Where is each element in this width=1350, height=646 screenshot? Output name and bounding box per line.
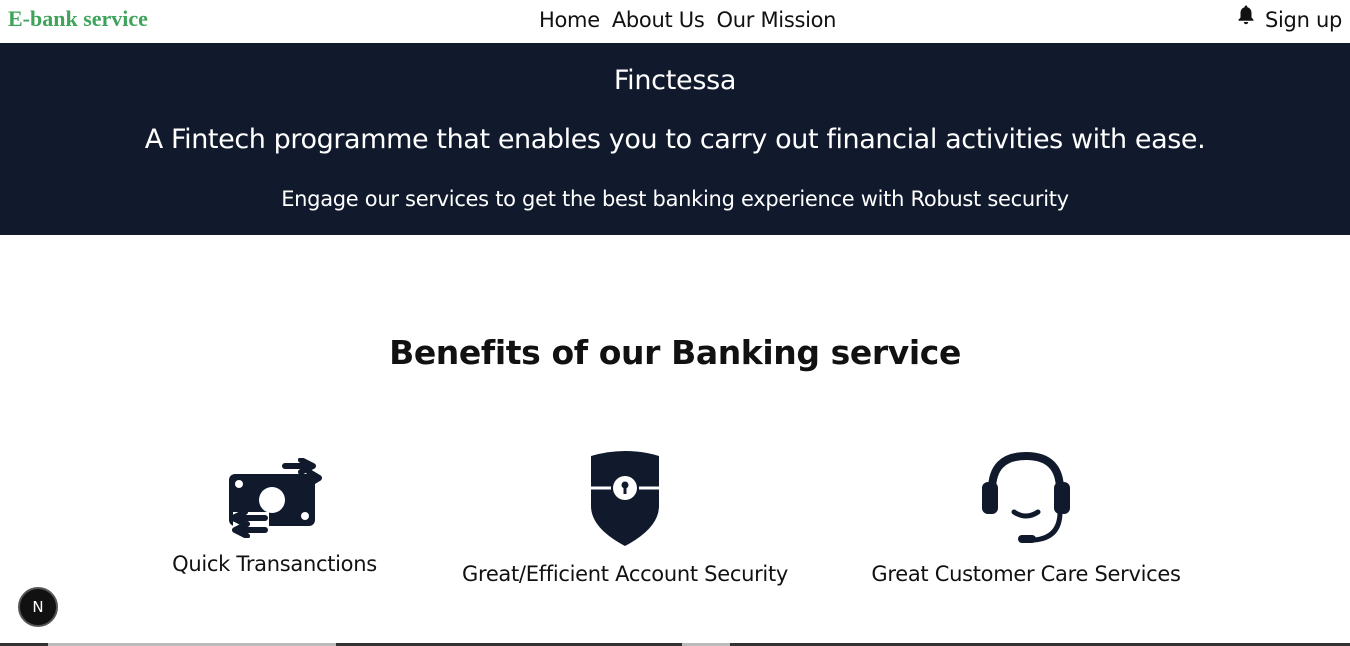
- benefit-customer-care: Great Customer Care Services: [869, 448, 1183, 586]
- benefit-label: Great/Efficient Account Security: [461, 562, 789, 586]
- benefit-label: Quick Transanctions: [172, 552, 377, 576]
- nav-about-us-link[interactable]: About Us: [612, 8, 705, 32]
- bell-icon[interactable]: [1237, 4, 1255, 26]
- hero-tagline: A Fintech programme that enables you to …: [144, 124, 1206, 155]
- nav-home-link[interactable]: Home: [539, 8, 600, 32]
- nav-our-mission-link[interactable]: Our Mission: [717, 8, 837, 32]
- hero-banner: Finctessa A Fintech programme that enabl…: [0, 43, 1350, 235]
- benefit-account-security: Great/Efficient Account Security: [457, 448, 793, 586]
- money-transfer-icon: [228, 458, 322, 538]
- hero-product-name: Finctessa: [613, 65, 737, 96]
- shield-lock-icon: [589, 451, 661, 546]
- hero-subtext: Engage our services to get the best bank…: [281, 187, 1069, 211]
- main-nav: Home About Us Our Mission: [539, 8, 837, 32]
- benefit-label: Great Customer Care Services: [871, 562, 1181, 586]
- sign-up-link[interactable]: Sign up: [1265, 8, 1342, 32]
- benefit-quick-transactions: Quick Transanctions: [169, 448, 380, 576]
- nav-right-group: Sign up: [1237, 4, 1342, 32]
- dev-tools-badge[interactable]: N: [18, 587, 58, 627]
- brand-logo-link[interactable]: E-bank service: [8, 6, 148, 32]
- headset-icon: [982, 451, 1070, 543]
- benefits-heading: Benefits of our Banking service: [389, 333, 961, 372]
- top-navigation-bar: E-bank service Home About Us Our Mission…: [0, 0, 1350, 43]
